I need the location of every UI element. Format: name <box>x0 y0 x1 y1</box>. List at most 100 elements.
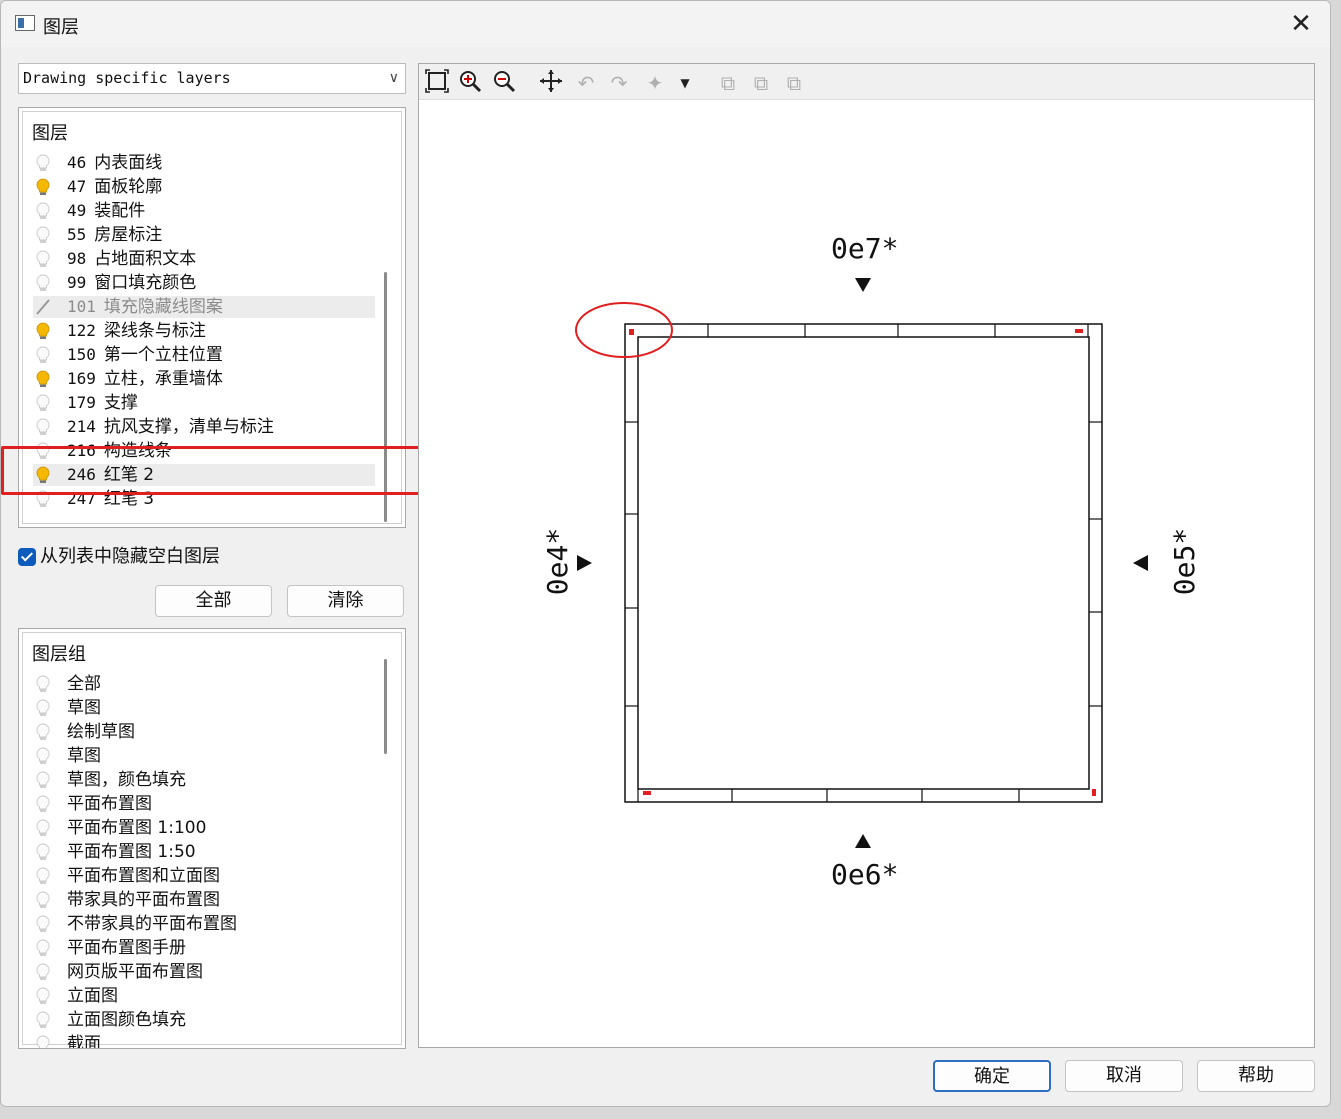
layer-group-name: 平面布置图 1:100 <box>67 818 207 838</box>
copy-icon[interactable]: ⧉ <box>714 69 742 97</box>
layer-name: 第一个立柱位置 <box>103 345 223 365</box>
zoom-out-icon[interactable] <box>490 69 518 97</box>
undo-icon[interactable]: ↶ <box>572 69 600 97</box>
bulb-off-icon[interactable] <box>33 248 53 270</box>
bulb-on-icon[interactable] <box>33 368 53 390</box>
bulb-off-icon[interactable] <box>33 937 53 959</box>
layer-row[interactable]: 169 立柱，承重墙体 <box>33 368 375 390</box>
paste-icon[interactable]: ⧉ <box>780 69 808 97</box>
layer-row[interactable]: 98 占地面积文本 <box>33 248 375 270</box>
bulb-on-icon[interactable] <box>33 176 53 198</box>
layer-group-name: 平面布置图手册 <box>67 938 186 958</box>
bulb-off-icon[interactable] <box>33 721 53 743</box>
layer-group-name: 绘制草图 <box>67 722 135 742</box>
bulb-off-icon[interactable] <box>33 745 53 767</box>
layer-row[interactable]: 99 窗口填充颜色 <box>33 272 375 294</box>
hide-empty-layers-label: 从列表中隐藏空白图层 <box>40 546 220 567</box>
layer-groups-list[interactable]: 图层组 全部 草图 绘制草图 草图 草图，颜色填充 平面布置图 平面布置图 1:100 平面布… <box>18 628 406 1049</box>
hide-empty-layers-checkbox-row[interactable]: 从列表中隐藏空白图层 <box>18 546 220 568</box>
layer-group-row[interactable]: 全部 <box>33 673 375 695</box>
help-button[interactable]: 帮助 <box>1197 1060 1315 1092</box>
layer-group-name: 立面图 <box>67 986 118 1006</box>
drawing-canvas[interactable]: 0e7* 0e6* 0e4* 0e5* <box>419 100 1314 1047</box>
layer-name: 立柱，承重墙体 <box>103 369 223 389</box>
bulb-off-icon[interactable] <box>33 865 53 887</box>
bulb-off-icon[interactable] <box>33 841 53 863</box>
layer-group-row[interactable]: 平面布置图 1:50 <box>33 841 375 863</box>
elevation-label-top: 0e7* <box>831 232 899 265</box>
bulb-off-icon[interactable] <box>33 817 53 839</box>
zoom-in-icon[interactable] <box>456 69 484 97</box>
bulb-on-icon[interactable] <box>33 320 53 342</box>
layer-group-row[interactable]: 带家具的平面布置图 <box>33 889 375 911</box>
layer-row[interactable]: 47 面板轮廓 <box>33 176 375 198</box>
cancel-button[interactable]: 取消 <box>1065 1060 1183 1092</box>
bulb-off-icon[interactable] <box>33 152 53 174</box>
layer-number: 179 <box>67 393 96 412</box>
export-icon[interactable]: ⧉ <box>747 69 775 97</box>
layer-filter-dropdown[interactable]: Drawing specific layers ∨ <box>18 63 406 94</box>
layer-group-row[interactable]: 绘制草图 <box>33 721 375 743</box>
bulb-off-icon[interactable] <box>33 416 53 438</box>
layer-name: 窗口填充颜色 <box>94 273 197 293</box>
hide-empty-layers-checkbox[interactable] <box>18 548 36 566</box>
layer-group-row[interactable]: 平面布置图和立面图 <box>33 865 375 887</box>
layer-row[interactable]: 49 装配件 <box>33 200 375 222</box>
layer-group-row[interactable]: 不带家具的平面布置图 <box>33 913 375 935</box>
layer-row[interactable]: 55 房屋标注 <box>33 224 375 246</box>
bulb-off-icon[interactable] <box>33 1009 53 1031</box>
dropdown-value: Drawing specific layers <box>23 69 231 87</box>
layer-group-name: 草图 <box>67 698 101 718</box>
zoom-extents-icon[interactable] <box>423 69 451 97</box>
layer-number: 99 <box>67 273 87 292</box>
layer-group-row[interactable]: 平面布置图 1:100 <box>33 817 375 839</box>
bulb-off-icon[interactable] <box>33 344 53 366</box>
groups-scrollbar[interactable] <box>379 643 391 1034</box>
layer-row[interactable]: 46 内表面线 <box>33 152 375 174</box>
bulb-off-icon[interactable] <box>33 961 53 983</box>
layer-group-row[interactable]: 草图 <box>33 745 375 767</box>
layer-group-row[interactable]: 草图，颜色填充 <box>33 769 375 791</box>
snap-icon[interactable]: ✦ <box>641 69 669 97</box>
layer-group-row[interactable]: 草图 <box>33 697 375 719</box>
select-all-button[interactable]: 全部 <box>155 585 272 617</box>
bulb-off-icon[interactable] <box>33 200 53 222</box>
bulb-off-icon[interactable] <box>33 769 53 791</box>
bulb-off-icon[interactable] <box>33 985 53 1007</box>
layer-group-row[interactable]: 平面布置图 <box>33 793 375 815</box>
layer-row[interactable]: 122 梁线条与标注 <box>33 320 375 342</box>
bulb-off-icon[interactable] <box>33 1033 53 1048</box>
bulb-off-icon[interactable] <box>33 697 53 719</box>
groups-scroll-thumb[interactable] <box>384 659 387 754</box>
elevation-label-right: 0e5* <box>1168 527 1202 596</box>
layer-group-name: 带家具的平面布置图 <box>67 890 220 910</box>
redo-icon[interactable]: ↷ <box>605 69 633 97</box>
clear-button[interactable]: 清除 <box>287 585 404 617</box>
layer-row[interactable]: 179 支撑 <box>33 392 375 414</box>
ok-button[interactable]: 确定 <box>933 1060 1051 1092</box>
layer-group-name: 平面布置图 <box>67 794 152 814</box>
layer-group-row[interactable]: 网页版平面布置图 <box>33 961 375 983</box>
bulb-off-icon[interactable] <box>33 793 53 815</box>
layer-name: 填充隐藏线图案 <box>103 297 223 317</box>
bulb-off-icon[interactable] <box>33 673 53 695</box>
pan-icon[interactable] <box>537 69 565 97</box>
layer-number: 98 <box>67 249 87 268</box>
bulb-off-icon[interactable] <box>33 224 53 246</box>
layer-group-row[interactable]: 截面 <box>33 1033 375 1048</box>
layer-row[interactable]: 150 第一个立柱位置 <box>33 344 375 366</box>
layer-group-row[interactable]: 平面布置图手册 <box>33 937 375 959</box>
bulb-off-icon[interactable] <box>33 272 53 294</box>
layer-group-row[interactable]: 立面图颜色填充 <box>33 1009 375 1031</box>
layer-row[interactable]: 214 抗风支撑，清单与标注 <box>33 416 375 438</box>
bulb-off-icon[interactable] <box>33 392 53 414</box>
slash-icon[interactable] <box>33 296 53 318</box>
bulb-off-icon[interactable] <box>33 889 53 911</box>
bulb-off-icon[interactable] <box>33 913 53 935</box>
layer-row[interactable]: 101 填充隐藏线图案 <box>33 296 375 318</box>
close-button[interactable]: ✕ <box>1286 9 1316 39</box>
highlight-rectangle <box>1 446 421 495</box>
app-icon <box>15 15 35 31</box>
dropdown-arrow-icon[interactable]: ▼ <box>671 69 699 97</box>
layer-group-row[interactable]: 立面图 <box>33 985 375 1007</box>
